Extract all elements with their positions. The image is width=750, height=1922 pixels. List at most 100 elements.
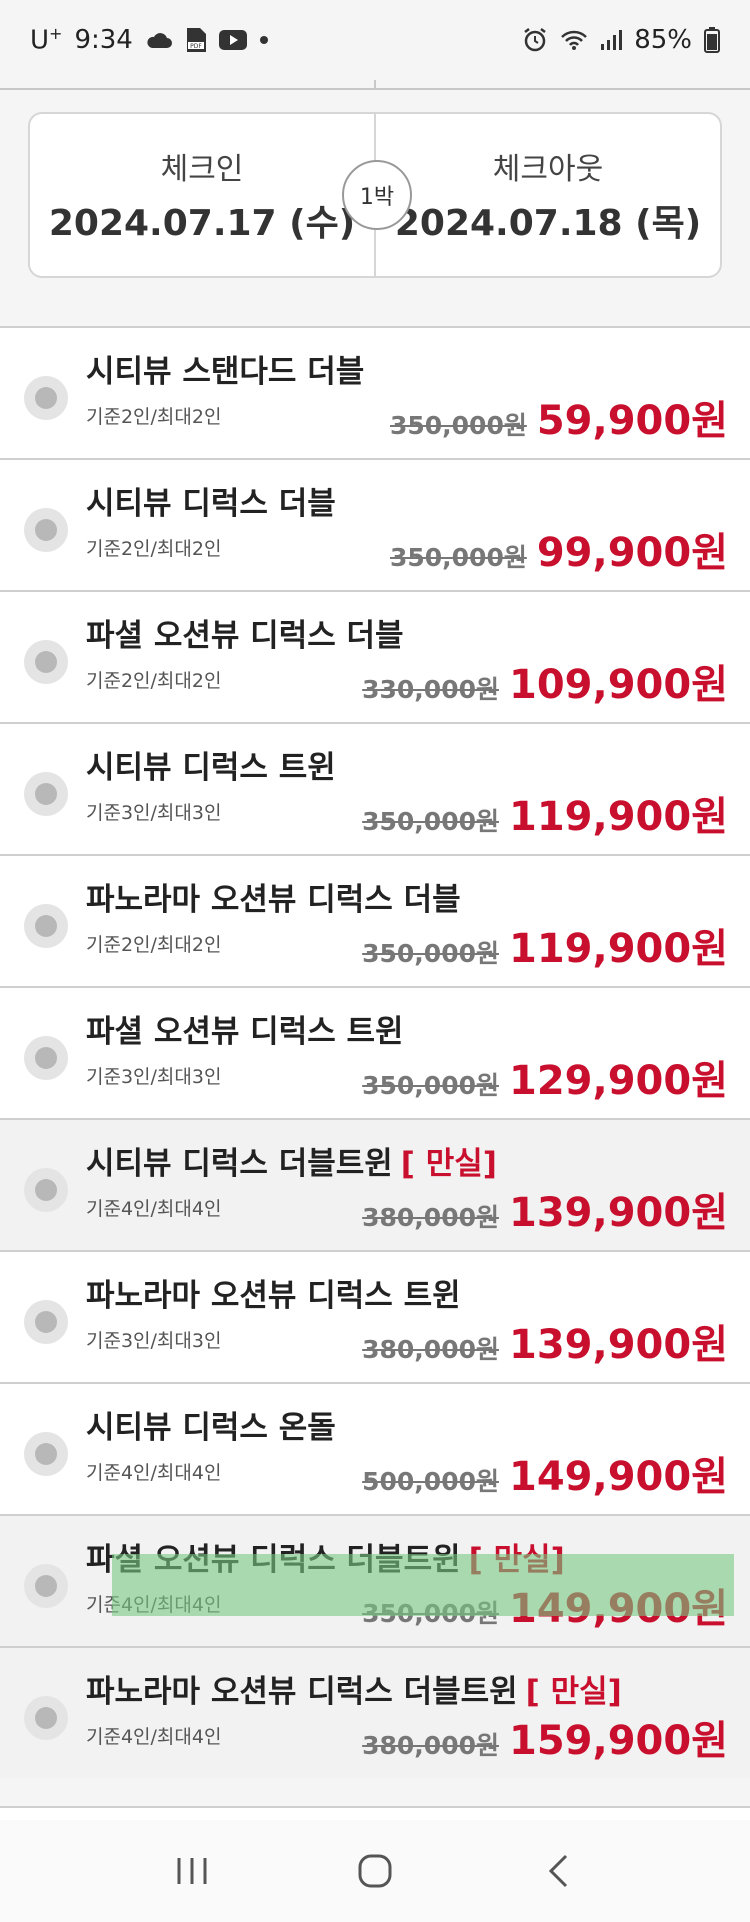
pdf-icon: PDF	[185, 27, 207, 53]
price-group: 350,000원 119,900원	[362, 916, 728, 974]
original-price: 350,000원	[362, 807, 499, 836]
checkin-date: 2024.07.17 (수)	[48, 203, 356, 244]
room-name: 파셜 오션뷰 디럭스 더블	[86, 618, 404, 654]
room-name: 시티뷰 디럭스 온돌	[86, 1410, 336, 1446]
room-capacity: 기준3인/최대3인	[86, 1330, 222, 1352]
signal-icon	[600, 29, 623, 51]
dot-icon	[259, 35, 269, 45]
nights-badge: 1박	[342, 160, 412, 230]
checkin-label: 체크인	[160, 152, 244, 187]
sale-price: 119,900원	[509, 794, 728, 840]
checkin-section[interactable]: 체크인 2024.07.17 (수)	[30, 114, 374, 276]
sale-price: 109,900원	[509, 662, 728, 708]
battery-percent: 85%	[634, 25, 692, 55]
list-item-partial	[0, 1806, 750, 1820]
system-nav-bar	[0, 1820, 750, 1922]
original-price: 380,000원	[362, 1203, 499, 1232]
svg-text:PDF: PDF	[190, 43, 202, 50]
top-tab-strip	[0, 80, 750, 90]
price-group: 350,000원 99,900원	[390, 520, 728, 578]
radio-button[interactable]	[24, 1696, 68, 1740]
room-capacity: 기준3인/최대3인	[86, 1066, 222, 1088]
sale-price: 129,900원	[509, 1058, 728, 1104]
price-group: 350,000원 129,900원	[362, 1048, 728, 1106]
room-name: 파노라마 오션뷰 디럭스 트윈	[86, 1278, 461, 1314]
room-capacity: 기준4인/최대4인	[86, 1198, 222, 1220]
price-group: 500,000원 149,900원	[362, 1444, 728, 1502]
clock: 9:34	[74, 25, 133, 55]
price-group: 330,000원 109,900원	[362, 652, 728, 710]
room-name: 파노라마 오션뷰 디럭스 더블	[86, 882, 461, 918]
original-price: 350,000원	[389, 411, 527, 440]
radio-button[interactable]	[24, 904, 68, 948]
room-name: 시티뷰 디럭스 더블트윈[ 만실]	[86, 1146, 497, 1182]
checkout-section[interactable]: 체크아웃 2024.07.18 (목)	[374, 114, 720, 276]
youtube-icon	[218, 30, 247, 50]
alarm-icon	[522, 27, 548, 53]
soldout-badge: [ 만실]	[400, 1146, 497, 1182]
cloud-icon	[145, 31, 173, 49]
original-price: 350,000원	[362, 1071, 499, 1100]
room-row[interactable]: 시티뷰 디럭스 더블트윈[ 만실] 기준4인/최대4인 380,000원 139,90…	[0, 1118, 750, 1250]
room-row[interactable]: 시티뷰 디럭스 더블기준2인/최대2인 350,000원 99,900원	[0, 458, 750, 590]
radio-button[interactable]	[24, 640, 68, 684]
radio-button[interactable]	[24, 1036, 68, 1080]
room-capacity: 기준2인/최대2인	[86, 406, 222, 428]
date-selector[interactable]: 체크인 2024.07.17 (수) 체크아웃 2024.07.18 (목) 1…	[28, 112, 722, 278]
room-row[interactable]: 시티뷰 스탠다드 더블기준2인/최대2인 350,000원 59,900원	[0, 326, 750, 458]
tab-right[interactable]	[374, 80, 750, 90]
sale-price: 119,900원	[509, 926, 728, 972]
status-bar: U+ 9:34 PDF 85%	[0, 0, 750, 80]
radio-button[interactable]	[24, 1432, 68, 1476]
checkout-date: 2024.07.18 (목)	[394, 203, 702, 244]
room-name: 시티뷰 디럭스 더블	[86, 486, 336, 522]
wifi-icon	[560, 29, 588, 51]
highlight-overlay	[112, 1554, 734, 1616]
sale-price: 99,900원	[536, 530, 728, 576]
room-capacity: 기준3인/최대3인	[86, 802, 222, 824]
room-capacity: 기준2인/최대2인	[86, 538, 222, 560]
radio-button[interactable]	[24, 1564, 68, 1608]
soldout-badge: [ 만실]	[525, 1674, 622, 1710]
original-price: 380,000원	[362, 1731, 499, 1760]
room-row[interactable]: 파노라마 오션뷰 디럭스 더블기준2인/최대2인 350,000원 119,900원	[0, 854, 750, 986]
original-price: 380,000원	[362, 1335, 499, 1364]
price-group: 380,000원 159,900원	[362, 1708, 728, 1766]
room-row[interactable]: 파노라마 오션뷰 디럭스 트윈기준3인/최대3인 380,000원 139,900원	[0, 1250, 750, 1382]
back-icon[interactable]	[528, 1841, 588, 1901]
room-row[interactable]: 파셜 오션뷰 디럭스 트윈 기준3인/최대3인 350,000원 129,900원	[0, 986, 750, 1118]
room-row[interactable]: 시티뷰 디럭스 트윈기준3인/최대3인 350,000원 119,900원	[0, 722, 750, 854]
recent-apps-icon[interactable]	[162, 1841, 222, 1901]
sale-price: 139,900원	[509, 1322, 728, 1368]
room-capacity: 기준2인/최대2인	[86, 934, 222, 956]
original-price: 350,000원	[389, 543, 527, 572]
original-price: 330,000원	[362, 675, 499, 704]
tab-left[interactable]	[0, 80, 374, 90]
room-row[interactable]: 파셜 오션뷰 디럭스 더블기준2인/최대2인 330,000원 109,900원	[0, 590, 750, 722]
room-name: 파노라마 오션뷰 디럭스 더블트윈[ 만실]	[86, 1674, 622, 1710]
room-capacity: 기준2인/최대2인	[86, 670, 222, 692]
sale-price: 59,900원	[536, 398, 728, 444]
room-name: 시티뷰 디럭스 트윈	[86, 750, 336, 786]
radio-button[interactable]	[24, 376, 68, 420]
room-capacity: 기준4인/최대4인	[86, 1462, 222, 1484]
price-group: 380,000원 139,900원	[362, 1312, 728, 1370]
radio-button[interactable]	[24, 772, 68, 816]
radio-button[interactable]	[24, 1300, 68, 1344]
radio-button[interactable]	[24, 1168, 68, 1212]
original-price: 350,000원	[362, 939, 499, 968]
room-row[interactable]: 파노라마 오션뷰 디럭스 더블트윈[ 만실] 기준4인/최대4인 380,000원 1…	[0, 1646, 750, 1778]
sale-price: 149,900원	[509, 1454, 728, 1500]
room-capacity: 기준4인/최대4인	[86, 1726, 222, 1748]
sale-price: 159,900원	[509, 1718, 728, 1764]
price-group: 350,000원 59,900원	[390, 388, 728, 446]
room-row[interactable]: 시티뷰 디럭스 온돌기준4인/최대4인 500,000원 149,900원	[0, 1382, 750, 1514]
radio-button[interactable]	[24, 508, 68, 552]
battery-icon	[704, 27, 720, 53]
price-group: 350,000원 119,900원	[362, 784, 728, 842]
carrier-label: U+	[30, 24, 63, 56]
sale-price: 139,900원	[509, 1190, 728, 1236]
room-name: 시티뷰 스탠다드 더블	[86, 354, 365, 390]
home-icon[interactable]	[345, 1841, 405, 1901]
original-price: 500,000원	[362, 1467, 499, 1496]
